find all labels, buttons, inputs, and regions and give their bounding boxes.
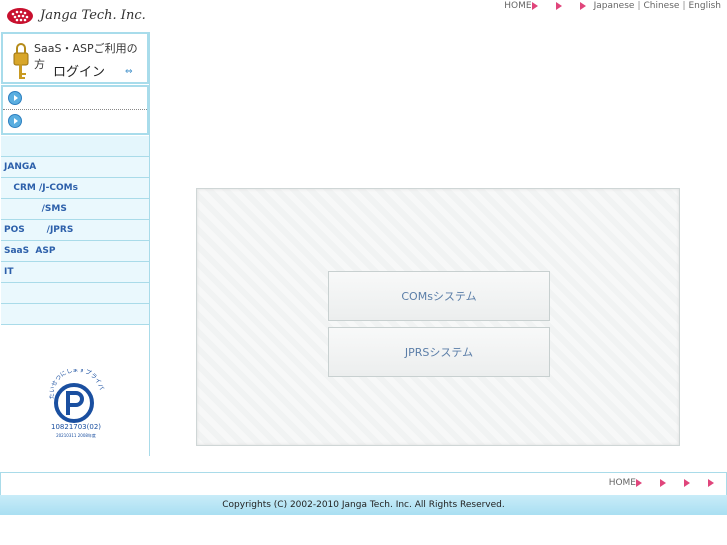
sidebar-item-it[interactable]: IT — [1, 262, 149, 283]
quick-buttons — [1, 85, 149, 135]
sidebar-item-janga[interactable]: JANGA — [1, 157, 149, 178]
sidebar-item-blank[interactable] — [1, 283, 149, 304]
login-arrow-icon[interactable]: ⇔ — [125, 67, 133, 77]
arrow-right-icon[interactable] — [579, 2, 586, 10]
quick-button-2[interactable] — [3, 110, 147, 133]
sidebar-item-pos[interactable]: POS /JPRS — [1, 220, 149, 241]
home-link[interactable]: HOME — [504, 1, 531, 11]
sidebar-item-blank[interactable] — [1, 304, 149, 325]
language-english-link[interactable]: English — [689, 1, 722, 11]
sidebar-item-sms[interactable]: /SMS — [1, 199, 149, 220]
privacy-mark-icon[interactable]: たいせつにしますプライバシー 10821703(02) 20210311 200… — [46, 369, 106, 441]
system-panel: COMsシステム JPRSシステム — [196, 188, 680, 446]
header: Janga Tech. Inc. HOME Japanese | Chinese… — [0, 0, 727, 32]
language-chinese-link[interactable]: Chinese — [643, 1, 679, 11]
top-navigation: HOME Japanese | Chinese | English — [504, 1, 721, 11]
footer-navigation: HOME — [0, 472, 727, 495]
janga-logo-icon[interactable] — [5, 6, 35, 26]
key-lock-icon — [13, 43, 29, 79]
footer-home-link[interactable]: HOME — [609, 478, 636, 488]
arrow-right-icon[interactable] — [660, 479, 666, 487]
separator: | — [637, 1, 641, 11]
jprs-system-button[interactable]: JPRSシステム — [328, 327, 550, 377]
privacy-number: 10821703(02) — [51, 423, 101, 431]
language-japanese-link[interactable]: Japanese — [594, 1, 635, 11]
sidebar-item-blank[interactable] — [1, 136, 149, 157]
quick-button-1[interactable] — [3, 87, 147, 110]
company-name: Janga Tech. Inc. — [40, 8, 146, 23]
circle-arrow-icon — [8, 114, 22, 128]
privacy-small: 20210311 2008年度 — [56, 432, 96, 438]
arrow-right-icon — [636, 479, 642, 487]
sidebar-menu: JANGA CRM /J-COMs /SMS POS /JPRS SaaS AS… — [1, 136, 149, 325]
login-box[interactable]: SaaS・ASPご利用の方 ログイン ⇔ — [1, 32, 149, 84]
arrow-right-icon[interactable] — [684, 479, 690, 487]
sidebar: SaaS・ASPご利用の方 ログイン ⇔ JANGA CRM /J-COMs /… — [0, 32, 150, 456]
separator: | — [682, 1, 686, 11]
arrow-right-icon[interactable] — [708, 479, 714, 487]
circle-arrow-icon — [8, 91, 22, 105]
arrow-right-icon[interactable] — [555, 2, 562, 10]
copyright: Copyrights (C) 2002-2010 Janga Tech. Inc… — [0, 495, 727, 515]
arrow-right-icon — [531, 2, 538, 10]
sidebar-item-saas[interactable]: SaaS ASP — [1, 241, 149, 262]
login-title[interactable]: ログイン — [53, 61, 105, 80]
coms-system-button[interactable]: COMsシステム — [328, 271, 550, 321]
sidebar-item-crm[interactable]: CRM /J-COMs — [1, 178, 149, 199]
